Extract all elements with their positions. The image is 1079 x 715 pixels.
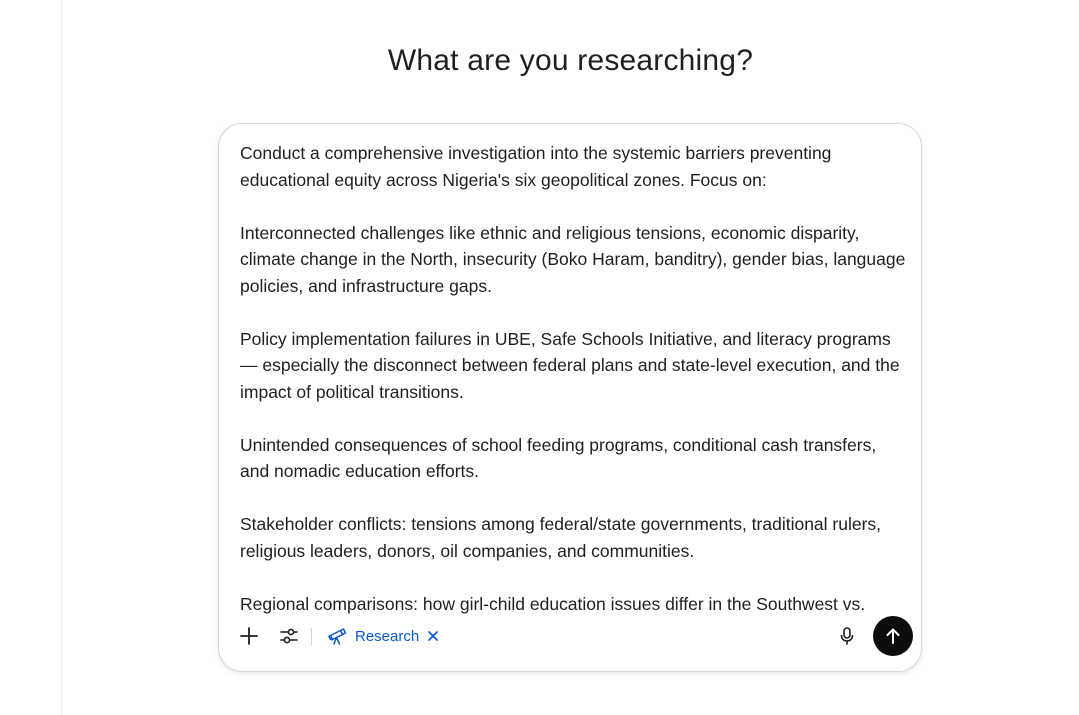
telescope-icon [327, 626, 347, 646]
composer-toolbar: Research [219, 611, 921, 671]
close-icon[interactable] [427, 630, 439, 642]
toolbar-divider [311, 628, 312, 645]
add-button[interactable] [233, 620, 265, 652]
prompt-paragraph: Conduct a comprehensive investigation in… [240, 143, 832, 190]
prompt-composer[interactable]: Conduct a comprehensive investigation in… [218, 123, 922, 672]
page-title: What are you researching? [387, 44, 754, 77]
research-chip[interactable]: Research [327, 620, 439, 652]
arrow-up-icon [886, 628, 900, 644]
send-button[interactable] [873, 616, 913, 656]
prompt-paragraph: Stakeholder conflicts: tensions among fe… [240, 514, 882, 561]
research-chip-label: Research [355, 627, 420, 645]
sliders-icon [280, 628, 298, 644]
prompt-input[interactable]: Conduct a comprehensive investigation in… [240, 140, 908, 617]
prompt-paragraph: Policy implementation failures in UBE, S… [240, 328, 900, 402]
research-page: What are you researching? Conduct a comp… [0, 0, 1079, 715]
microphone-icon [840, 627, 854, 645]
sidebar-divider [61, 0, 62, 715]
microphone-button[interactable] [831, 620, 863, 652]
plus-icon [240, 627, 258, 645]
tools-button[interactable] [273, 620, 305, 652]
prompt-paragraph: Interconnected challenges like ethnic an… [240, 222, 906, 296]
prompt-paragraph: Unintended consequences of school feedin… [240, 434, 877, 482]
